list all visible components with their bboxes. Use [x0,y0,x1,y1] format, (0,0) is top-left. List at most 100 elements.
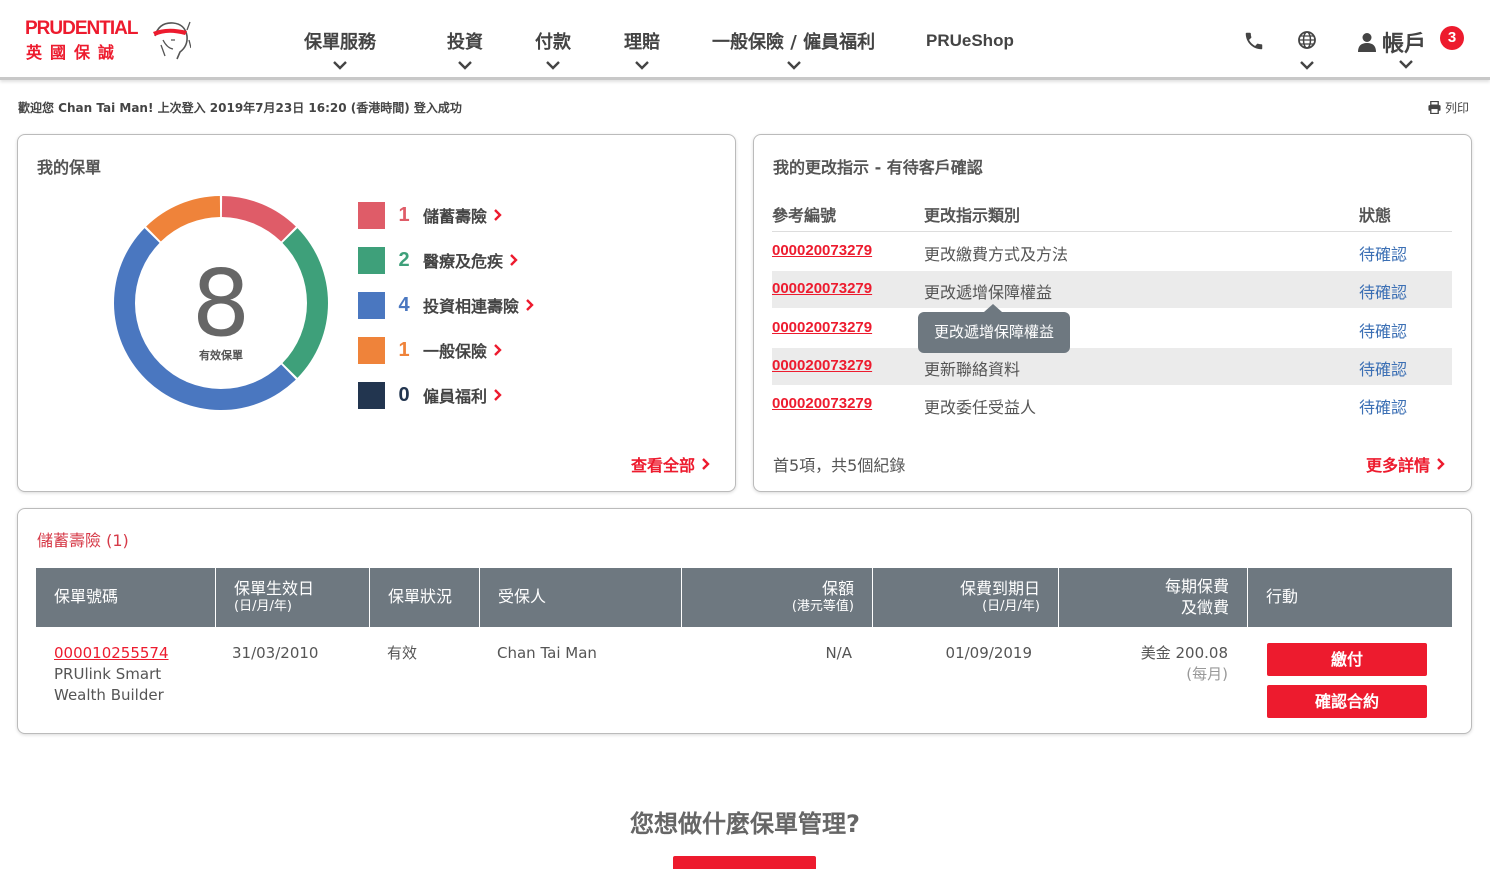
chevron-down-icon [635,61,649,70]
view-all-link[interactable]: 查看全部 [631,452,711,476]
header-divider [772,231,1452,232]
instruction-type: 更改遞增保障權益 [924,283,1053,302]
premium-amount: 美金 200.08 [1140,644,1228,662]
more-details-link[interactable]: 更多詳情 [1366,452,1446,476]
policy-status: 有效 [387,644,418,662]
notification-badge[interactable]: 3 [1440,26,1464,50]
chevron-right-icon [510,254,518,266]
legend-swatch [358,246,385,274]
globe-icon [1298,31,1316,49]
table-row: 000020073279 更改遞增保障權益 待確認 [772,271,1452,308]
table-row: 000020073279 更改繳費方式及方法 待確認 [772,233,1452,270]
col-header-status: 狀態 [1359,206,1392,225]
pay-button[interactable]: 繳付 [1267,643,1427,676]
policy-management-heading: 您想做什麼保單管理? [630,810,860,838]
insured-name: Chan Tai Man [497,644,597,662]
legend-swatch [358,201,385,229]
chevron-right-icon [526,299,534,311]
chevron-down-icon [1300,61,1314,70]
status-link[interactable]: 待確認 [1359,241,1407,265]
policies-donut-chart: 8 有效保單 [114,196,328,410]
col-policy-no: 保單號碼 [36,568,216,627]
col-action: 行動 [1266,587,1299,607]
language-selector[interactable] [1297,30,1317,70]
col-due-date: 保費到期日 (日/月/年) [873,568,1059,627]
premium-frequency: (每月) [1186,665,1228,683]
policy-cell: 000010255574 PRUlink Smart Wealth Builde… [54,643,169,706]
col-effective-date: 保單生效日 (日/月/年) [216,568,370,627]
nav-prueshop[interactable]: PRUeShop [926,31,1014,51]
legend-medical[interactable]: 2 醫療及危疾 [358,246,519,274]
legend-swatch [358,381,385,409]
table-row: 000020073279 更改委任受益人 待確認 [772,386,1452,423]
col-premium: 每期保費 及徵費 [1059,568,1248,627]
printer-icon [1428,101,1441,114]
legend-swatch [358,336,385,364]
col-policy-status: 保單狀況 [370,568,480,627]
product-name-line1: PRUlink Smart [54,665,162,683]
reference-link[interactable]: 000020073279 [772,242,872,259]
policy-management-button[interactable] [673,856,816,869]
premium-due-date: 01/09/2019 [945,644,1032,662]
sum-insured: N/A [825,644,852,662]
table-row: 000020073279 更新聯絡資料 待確認 [772,348,1452,385]
chevron-right-icon [494,209,502,221]
instruction-tooltip: 更改遞增保障權益 [918,304,1070,353]
premium-cell: 美金 200.08 (每月) [1076,643,1228,685]
reference-link[interactable]: 000020073279 [772,280,872,297]
instruction-type: 更改繳費方式及方法 [924,245,1069,264]
top-header: PRUDENTIAL 英國保誠 保單服務 投資 付款 理賠 一般保險 / 僱員福… [0,0,1490,80]
prudential-logo[interactable]: PRUDENTIAL 英國保誠 [25,18,195,62]
legend-general-insurance[interactable]: 1 一般保險 [358,336,503,364]
welcome-message: 歡迎您 Chan Tai Man! 上次登入 2019年7月23日 16:20 … [18,101,462,115]
print-button[interactable]: 列印 [1428,99,1469,116]
chevron-right-icon [702,458,710,470]
table-row: 000020073279 待確認 [772,310,1452,347]
legend-investment-linked[interactable]: 4 投資相連壽險 [358,291,535,319]
nav-claims[interactable]: 理賠 [624,28,660,70]
nav-general-insurance[interactable]: 一般保險 / 僱員福利 [712,28,875,70]
instruction-type: 更改委任受益人 [924,398,1037,417]
total-policies-count: 8 [192,250,251,357]
col-insured: 受保人 [480,568,682,627]
legend-savings[interactable]: 1 儲蓄壽險 [358,201,503,229]
status-link[interactable]: 待確認 [1359,394,1407,418]
instruction-type: 更新聯絡資料 [924,360,1021,379]
status-link[interactable]: 待確認 [1359,356,1407,380]
policy-number-link[interactable]: 000010255574 [54,643,169,664]
reference-link[interactable]: 000020073279 [772,395,872,412]
chevron-down-icon [546,61,560,70]
records-summary: 首5項，共5個紀錄 [773,456,906,475]
account-menu[interactable]: 帳戶 [1358,26,1426,58]
total-policies-label: 有效保單 [199,348,243,362]
legend-swatch [358,291,385,319]
nav-investment[interactable]: 投資 [447,28,483,70]
savings-title: 儲蓄壽險 (1) [37,531,129,550]
change-instructions-title: 我的更改指示 - 有待客戶確認 [773,158,983,177]
legend-employee-benefits[interactable]: 0 僱員福利 [358,381,503,409]
chevron-right-icon [494,389,502,401]
reference-link[interactable]: 000020073279 [772,357,872,374]
col-sum-insured: 保額 (港元等值) [682,568,873,627]
confirm-contract-button[interactable]: 確認合約 [1267,685,1427,718]
logo-chinese-name: 英國保誠 [26,43,123,62]
chevron-down-icon [458,61,472,70]
chevron-right-icon [1437,458,1445,470]
chevron-down-icon [333,61,347,70]
status-link[interactable]: 待確認 [1359,318,1407,342]
user-icon [1358,33,1376,52]
nav-policy-services[interactable]: 保單服務 [304,28,376,70]
chevron-right-icon [494,344,502,356]
reference-link[interactable]: 000020073279 [772,319,872,336]
chevron-down-icon [786,61,801,70]
account-label: 帳戶 [1382,32,1427,57]
status-link[interactable]: 待確認 [1359,279,1407,303]
nav-payment[interactable]: 付款 [535,28,571,70]
col-header-ref: 參考編號 [772,206,837,225]
donut-segment [146,196,221,242]
phone-icon[interactable] [1243,30,1265,52]
chevron-down-icon[interactable] [1398,59,1414,69]
prudence-head-icon [153,21,191,60]
donut-segment [221,196,296,242]
logo-wordmark: PRUDENTIAL [25,18,138,39]
